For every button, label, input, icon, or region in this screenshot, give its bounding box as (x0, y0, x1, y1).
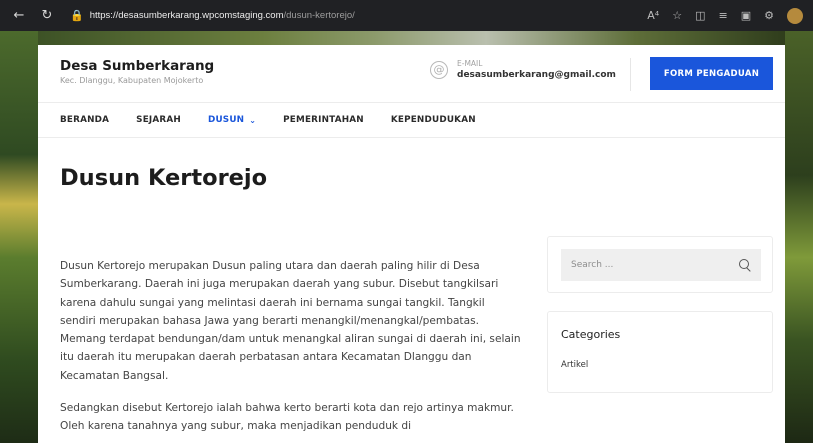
background-photo-right (785, 31, 813, 443)
site-header: Desa Sumberkarang Kec. Dlanggu, Kabupate… (38, 45, 785, 103)
back-icon[interactable]: ← (10, 8, 28, 23)
chevron-down-icon: ⌄ (249, 115, 257, 125)
collections-icon[interactable]: ▣ (741, 9, 751, 22)
site-tagline: Kec. Dlanggu, Kabupaten Mojokerto (60, 76, 204, 85)
categories-title: Categories (561, 328, 621, 341)
extensions-icon[interactable]: ⚙ (764, 9, 774, 22)
category-link-artikel[interactable]: Artikel (561, 360, 588, 370)
favorites-list-icon[interactable]: ≡ (719, 9, 728, 22)
email-at-icon: @ (430, 60, 448, 79)
contact-email: @ E-MAIL desasumberkarang@gmail.com (430, 59, 616, 80)
favorite-star-icon[interactable]: ☆ (672, 9, 682, 22)
nav-item-beranda[interactable]: BERANDA (60, 115, 109, 125)
form-pengaduan-button[interactable]: FORM PENGADUAN (650, 57, 773, 90)
search-icon[interactable] (739, 259, 751, 271)
browser-actions: A⁴ ☆ ◫ ≡ ▣ ⚙ (647, 7, 803, 24)
split-screen-icon[interactable]: ◫ (695, 9, 705, 22)
background-photo-left (0, 31, 38, 443)
search-input[interactable] (571, 260, 739, 270)
search-box (561, 249, 761, 281)
contact-email-value[interactable]: desasumberkarang@gmail.com (457, 70, 616, 80)
nav-item-dusun[interactable]: DUSUN ⌄ (208, 115, 256, 125)
search-widget (547, 236, 773, 293)
site-branding[interactable]: Desa Sumberkarang Kec. Dlanggu, Kabupate… (60, 58, 214, 85)
page-title: Dusun Kertorejo (60, 165, 268, 191)
nav-item-kependudukan[interactable]: KEPENDUDUKAN (391, 115, 476, 125)
article-paragraph: Dusun Kertorejo merupakan Dusun paling u… (60, 260, 521, 382)
url-path: /dusun-kertorejo/ (283, 10, 355, 21)
browser-toolbar: ← ↻ 🔒 https://desasumberkarang.wpcomstag… (0, 0, 813, 31)
header-divider (630, 58, 631, 91)
address-bar[interactable]: https://desasumberkarang.wpcomstaging.co… (90, 10, 355, 21)
main-navigation: BERANDA SEJARAH DUSUN ⌄ PEMERINTAHAN KEP… (38, 103, 785, 138)
nav-item-dusun-label: DUSUN (207, 115, 245, 125)
nav-item-pemerintahan[interactable]: PEMERINTAHAN (283, 115, 364, 125)
categories-widget: Categories Artikel (547, 311, 773, 393)
refresh-icon[interactable]: ↻ (38, 8, 56, 23)
article-content: Dusun Kertorejo merupakan Dusun paling u… (60, 257, 522, 443)
read-aloud-icon[interactable]: A⁴ (647, 9, 659, 22)
contact-label: E-MAIL (457, 59, 483, 68)
article-paragraph: Sedangkan disebut Kertorejo ialah bahwa … (60, 402, 514, 433)
profile-avatar[interactable] (787, 7, 803, 24)
background-photo-top (38, 31, 785, 45)
lock-icon[interactable]: 🔒 (70, 9, 84, 22)
page-container: Desa Sumberkarang Kec. Dlanggu, Kabupate… (38, 45, 785, 443)
url-host: https://desasumberkarang.wpcomstaging.co… (89, 10, 284, 21)
nav-item-sejarah[interactable]: SEJARAH (136, 115, 181, 125)
site-title[interactable]: Desa Sumberkarang (60, 58, 214, 74)
